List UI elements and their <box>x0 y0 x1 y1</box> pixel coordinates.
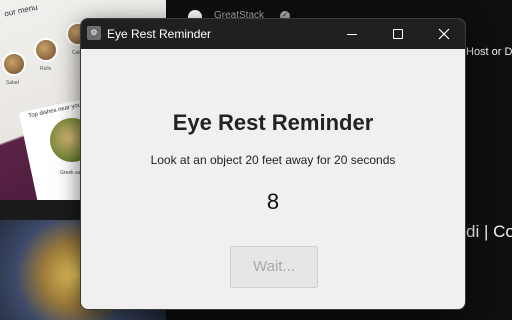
thumbnail-menu-title: our menu <box>3 2 39 19</box>
app-icon: ⚙ <box>87 26 101 40</box>
background-text-partial: Host or D <box>466 46 512 58</box>
thumbnail-dish-label: Rolls <box>40 66 52 72</box>
minimize-icon <box>347 33 357 35</box>
thumbnail-card-subtitle: Greek sa <box>60 170 81 176</box>
eye-rest-reminder-window: ⚙ Eye Rest Reminder Eye Rest Reminder Lo… <box>80 18 466 310</box>
background-video-title-partial[interactable]: di | Co <box>466 222 512 242</box>
window-title: Eye Rest Reminder <box>107 27 212 41</box>
reminder-message: Look at an object 20 feet away for 20 se… <box>150 153 396 167</box>
wait-button[interactable]: Wait... <box>230 246 318 288</box>
close-button[interactable] <box>421 19 465 49</box>
thumbnail-dish-label: Salad <box>6 80 19 86</box>
title-bar[interactable]: ⚙ Eye Rest Reminder <box>81 19 465 49</box>
thumbnail-dish-image <box>2 52 26 76</box>
minimize-button[interactable] <box>329 19 375 49</box>
window-content: Eye Rest Reminder Look at an object 20 f… <box>81 49 465 309</box>
maximize-icon <box>393 29 403 39</box>
reminder-heading: Eye Rest Reminder <box>172 110 374 135</box>
countdown-value: 8 <box>266 189 280 214</box>
maximize-button[interactable] <box>375 19 421 49</box>
close-icon <box>438 28 450 40</box>
thumbnail-dish-image <box>34 38 58 62</box>
